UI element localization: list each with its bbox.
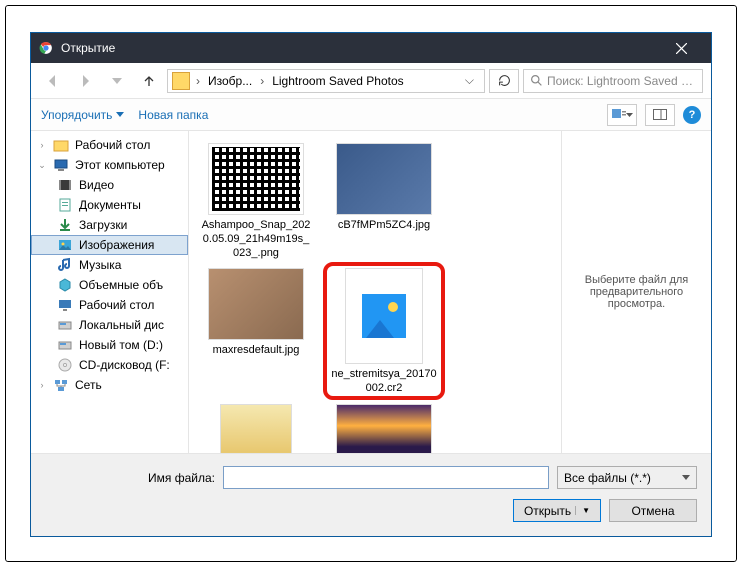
disk-icon	[57, 317, 73, 333]
network-icon	[53, 377, 69, 393]
file-label: Ashampoo_Snap_2020.05.09_21h49m19s_023_.…	[201, 219, 311, 260]
file-label: ne_stremitsya_20170002.cr2	[329, 368, 439, 396]
view-icon	[612, 109, 626, 121]
tree-item-3d[interactable]: Объемные объ	[31, 275, 188, 295]
3d-icon	[57, 277, 73, 293]
new-folder-button[interactable]: Новая папка	[138, 108, 208, 122]
search-input[interactable]: Поиск: Lightroom Saved Ph...	[523, 69, 703, 93]
preview-pane-icon	[653, 109, 667, 120]
file-item[interactable]: Ashampoo_Snap_2020.05.09_21h49m19s_023_.…	[201, 143, 311, 260]
chevron-down-icon	[682, 475, 690, 480]
file-item[interactable]: cB7fMPm5ZC4.jpg	[329, 143, 439, 260]
video-icon	[57, 177, 73, 193]
file-item[interactable]: maxresdefault.jpg	[201, 268, 311, 396]
open-button[interactable]: Открыть ▼	[513, 499, 601, 522]
tree-item-folder[interactable]: ›Рабочий стол	[31, 135, 188, 155]
pc-icon	[53, 157, 69, 173]
forward-button[interactable]	[71, 68, 99, 94]
dialog-body: ›Рабочий стол⌄Этот компьютерВидеоДокумен…	[31, 131, 711, 453]
breadcrumb-current[interactable]: Lightroom Saved Photos	[268, 74, 407, 88]
navbar: › Изобр... › Lightroom Saved Photos ⌵ По…	[31, 63, 711, 99]
recent-dropdown[interactable]	[103, 68, 131, 94]
chevron-right-icon: ›	[256, 74, 268, 88]
filename-label: Имя файла:	[45, 471, 215, 485]
preview-pane-button[interactable]	[645, 104, 675, 126]
close-button[interactable]	[659, 33, 703, 63]
file-item[interactable]: ne_stremitsya_20170002.cr2	[329, 268, 439, 396]
chevron-right-icon: ›	[192, 74, 204, 88]
up-button[interactable]	[135, 68, 163, 94]
search-icon	[530, 74, 543, 87]
toolbar: Упорядочить Новая папка ?	[31, 99, 711, 131]
file-label: maxresdefault.jpg	[213, 344, 300, 358]
music-icon	[57, 257, 73, 273]
file-grid[interactable]: Ashampoo_Snap_2020.05.09_21h49m19s_023_.…	[189, 131, 561, 453]
folder-icon	[172, 72, 190, 90]
tree-item-images[interactable]: Изображения	[31, 235, 188, 255]
tree-item-downloads[interactable]: Загрузки	[31, 215, 188, 235]
open-file-dialog: Открытие › Изобр... › Lightroom Saved Ph…	[30, 32, 712, 537]
search-placeholder: Поиск: Lightroom Saved Ph...	[547, 74, 696, 88]
breadcrumb-parent[interactable]: Изобр...	[204, 74, 256, 88]
breadcrumb[interactable]: › Изобр... › Lightroom Saved Photos ⌵	[167, 69, 485, 93]
titlebar: Открытие	[31, 33, 711, 63]
back-button[interactable]	[39, 68, 67, 94]
file-item[interactable]: wp3102483.jpg	[329, 404, 439, 453]
window-title: Открытие	[61, 41, 659, 55]
filetype-select[interactable]: Все файлы (*.*)	[557, 466, 697, 489]
tree-item-cd[interactable]: CD-дисковод (F:	[31, 355, 188, 375]
organize-menu[interactable]: Упорядочить	[41, 108, 124, 122]
preview-pane: Выберите файл для предварительного просм…	[561, 131, 711, 453]
file-label: cB7fMPm5ZC4.jpg	[338, 219, 430, 233]
breadcrumb-dropdown[interactable]: ⌵	[459, 73, 480, 88]
filename-input[interactable]	[223, 466, 549, 489]
view-options-button[interactable]	[607, 104, 637, 126]
tree-item-disk[interactable]: Локальный дис	[31, 315, 188, 335]
disk-icon	[57, 337, 73, 353]
tree-item-disk[interactable]: Новый том (D:)	[31, 335, 188, 355]
tree-item-music[interactable]: Музыка	[31, 255, 188, 275]
files-area: Ashampoo_Snap_2020.05.09_21h49m19s_023_.…	[189, 131, 711, 453]
refresh-button[interactable]	[489, 69, 519, 93]
help-button[interactable]: ?	[683, 106, 701, 124]
cancel-button[interactable]: Отмена	[609, 499, 697, 522]
footer: Имя файла: Все файлы (*.*) Открыть ▼ Отм…	[31, 453, 711, 536]
cd-icon	[57, 357, 73, 373]
folder-icon	[53, 137, 69, 153]
images-icon	[57, 237, 73, 253]
desktop-icon	[57, 297, 73, 313]
chrome-icon	[39, 41, 53, 55]
tree-item-pc[interactable]: ⌄Этот компьютер	[31, 155, 188, 175]
tree-item-network[interactable]: ›Сеть	[31, 375, 188, 395]
folder-tree[interactable]: ›Рабочий стол⌄Этот компьютерВидеоДокумен…	[31, 131, 189, 453]
tree-item-docs[interactable]: Документы	[31, 195, 188, 215]
downloads-icon	[57, 217, 73, 233]
docs-icon	[57, 197, 73, 213]
file-item[interactable]: orig.jpg	[201, 404, 311, 453]
tree-item-desktop[interactable]: Рабочий стол	[31, 295, 188, 315]
tree-item-video[interactable]: Видео	[31, 175, 188, 195]
preview-text: Выберите файл для предварительного просм…	[572, 274, 701, 310]
close-icon	[676, 43, 687, 54]
